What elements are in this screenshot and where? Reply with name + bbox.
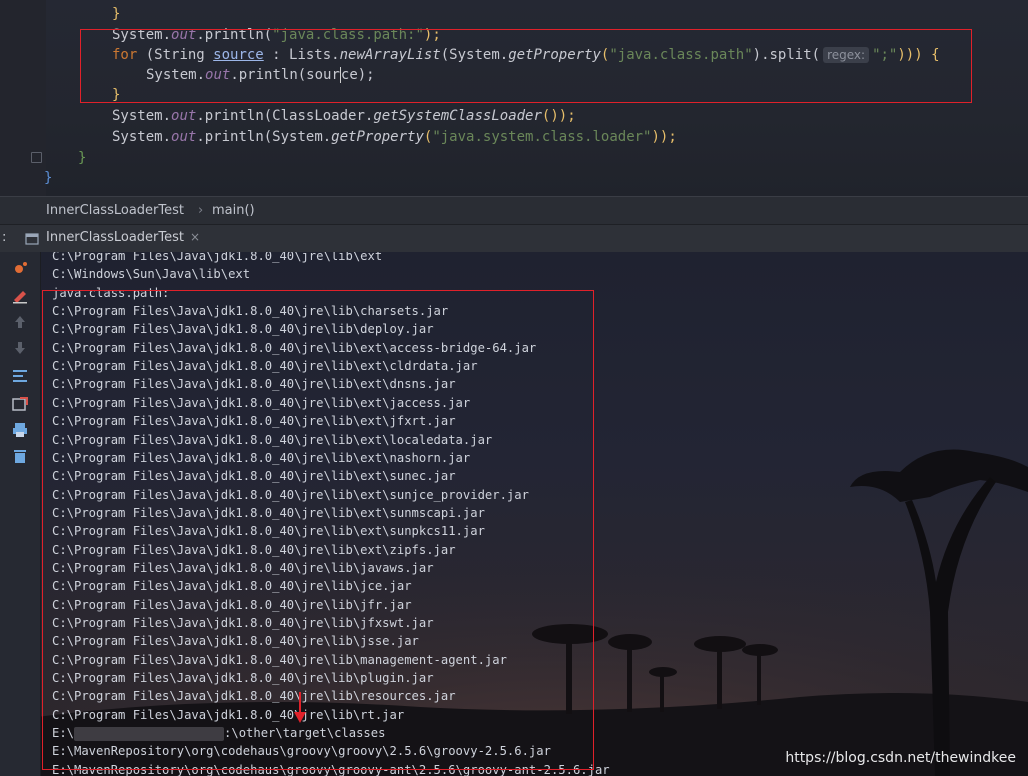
watermark: https://blog.csdn.net/thewindkee <box>785 750 1016 766</box>
edit-icon[interactable] <box>11 288 29 304</box>
code-line-7[interactable]: System.out.println(System.getProperty("j… <box>112 127 677 147</box>
console-toolbar <box>0 252 41 776</box>
code-editor[interactable]: } System.out.println("java.class.path:")… <box>0 0 1028 196</box>
code-token: )); <box>651 129 677 145</box>
print-icon[interactable] <box>11 422 29 438</box>
run-tab-label: InnerClassLoaderTest <box>46 230 184 245</box>
code-line-1[interactable]: } <box>112 4 120 24</box>
console-tab-icon <box>25 233 39 245</box>
console-line: C:\Windows\Sun\Java\lib\ext <box>52 265 250 283</box>
editor-gutter <box>0 0 46 196</box>
console-line-text: C:\Windows\Sun\Java\lib\ext <box>52 267 251 282</box>
trash-icon[interactable] <box>11 448 29 464</box>
red-arrow-icon <box>294 692 306 723</box>
console-output[interactable]: C:\Program Files\Java\jdk1.8.0_40\jre\li… <box>0 252 1028 776</box>
console-line-text: C:\Program Files\Java\jdk1.8.0_40\jre\li… <box>52 252 383 263</box>
highlight-box-output <box>42 290 594 770</box>
highlight-box-code <box>80 29 972 103</box>
breadcrumb: InnerClassLoaderTest › main() <box>0 196 1028 225</box>
console-line: C:\Program Files\Java\jdk1.8.0_40\jre\li… <box>52 252 382 265</box>
breadcrumb-class[interactable]: InnerClassLoaderTest <box>46 203 184 218</box>
code-line-6[interactable]: System.out.println(ClassLoader.getSystem… <box>112 106 576 126</box>
closing-brace: } <box>78 150 87 166</box>
code-string: "java.system.class.loader" <box>432 129 652 145</box>
code-token: ()); <box>541 108 576 124</box>
closing-brace: } <box>44 170 53 186</box>
rerun-icon[interactable] <box>11 260 29 276</box>
soft-wrap-icon[interactable] <box>11 368 29 384</box>
code-token: .println(System. <box>196 129 332 145</box>
code-token: out <box>171 108 197 124</box>
code-line-8[interactable]: } <box>78 148 86 168</box>
code-line-9[interactable]: } <box>44 168 52 188</box>
run-tab-bar: : InnerClassLoaderTest × <box>0 224 1028 254</box>
down-arrow-icon[interactable] <box>11 340 29 356</box>
breadcrumb-separator: › <box>198 203 204 218</box>
run-tab[interactable]: InnerClassLoaderTest × <box>22 225 204 253</box>
up-arrow-icon[interactable] <box>11 314 29 330</box>
code-token: getSystemClassLoader <box>373 108 542 124</box>
fold-marker-icon[interactable] <box>31 152 42 163</box>
scroll-to-end-icon[interactable] <box>11 396 29 412</box>
breadcrumb-method[interactable]: main() <box>212 203 255 218</box>
close-icon[interactable]: × <box>190 230 200 244</box>
code-token: out <box>171 129 197 145</box>
run-tab-prefix: : <box>2 230 7 245</box>
code-token: getProperty <box>331 129 424 145</box>
code-token: System. <box>112 129 172 145</box>
code-token: System. <box>112 108 172 124</box>
closing-brace: } <box>112 6 121 22</box>
code-token: .println(ClassLoader. <box>196 108 374 124</box>
